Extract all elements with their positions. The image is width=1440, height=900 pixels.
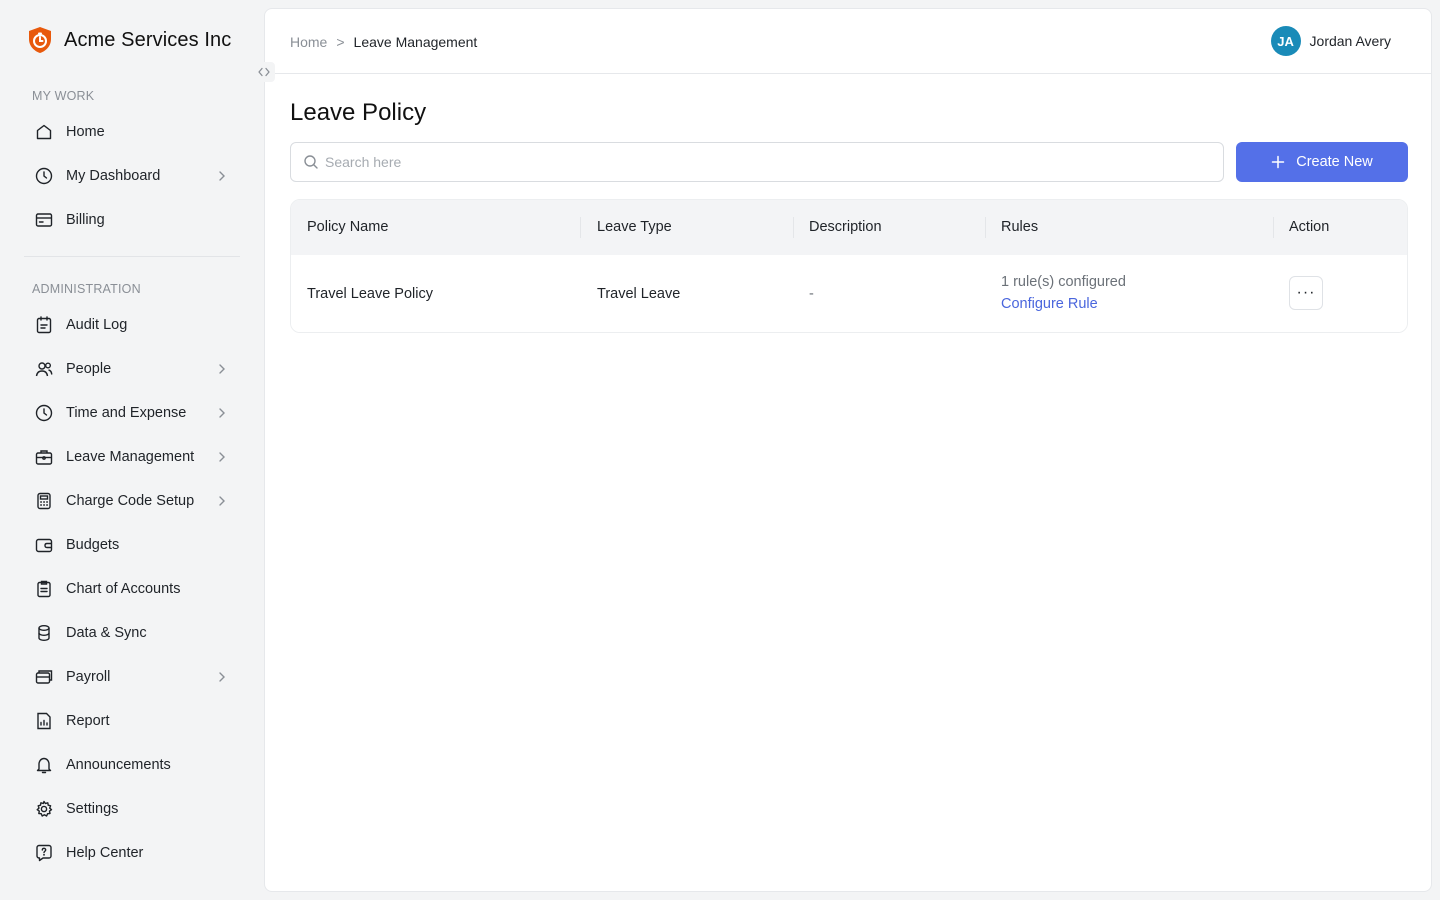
create-new-label: Create New [1296,154,1373,170]
chevron-right-icon [219,452,225,462]
chevron-right-icon [219,672,225,682]
bell-icon [34,755,54,775]
page-title: Leave Policy [290,99,427,126]
sidebar-item-announcements[interactable]: Announcements [24,747,240,783]
sidebar-item-chart-of-accounts[interactable]: Chart of Accounts [24,571,240,607]
column-header-leave-type[interactable]: Leave Type [597,219,672,235]
wallet-icon [34,535,54,555]
sidebar: Acme Services Inc MY WORK Home My Dashbo… [0,0,264,900]
create-new-button[interactable]: Create New [1236,142,1408,182]
chevron-right-icon [219,496,225,506]
people-icon [34,359,54,379]
clock-icon [34,403,54,423]
code-chevrons-icon [258,67,270,77]
sidebar-item-label: Help Center [66,845,144,861]
sidebar-item-label: Audit Log [66,317,128,333]
sidebar-item-label: My Dashboard [66,168,161,184]
sidebar-item-budgets[interactable]: Budgets [24,527,240,563]
sidebar-item-home[interactable]: Home [24,114,240,150]
sidebar-item-report[interactable]: Report [24,703,240,739]
column-separator [1273,217,1274,238]
cell-policy-name: Travel Leave Policy [307,286,433,302]
chevron-right-icon [219,364,225,374]
home-icon [34,122,54,142]
sidebar-item-label: Charge Code Setup [66,493,195,509]
sidebar-item-charge-code-setup[interactable]: Charge Code Setup [24,483,240,519]
payroll-icon [34,667,54,687]
search-icon [304,155,318,169]
sidebar-item-label: Budgets [66,537,120,553]
sidebar-item-label: Report [66,713,110,729]
briefcase-icon [34,447,54,467]
sidebar-item-label: Data & Sync [66,625,147,641]
calculator-icon [34,491,54,511]
sidebar-item-label: Announcements [66,757,171,773]
sidebar-item-people[interactable]: People [24,351,240,387]
plus-icon [1271,155,1285,169]
sidebar-item-billing[interactable]: Billing [24,202,240,238]
column-separator [580,217,581,238]
clock-icon [34,166,54,186]
brand[interactable]: Acme Services Inc [27,26,231,54]
cell-rules: 1 rule(s) configured Configure Rule [1001,274,1126,312]
help-icon [34,843,54,863]
column-header-rules[interactable]: Rules [1001,219,1038,235]
database-icon [34,623,54,643]
section-label-administration: ADMINISTRATION [32,282,141,296]
row-actions-button[interactable]: ··· [1289,276,1323,310]
sidebar-item-label: Settings [66,801,119,817]
column-separator [985,217,986,238]
column-header-description[interactable]: Description [809,219,882,235]
sidebar-item-label: People [66,361,112,377]
sidebar-item-help-center[interactable]: Help Center [24,835,240,871]
sidebar-item-leave-management[interactable]: Leave Management [24,439,240,475]
configure-rule-link[interactable]: Configure Rule [1001,296,1126,312]
sidebar-item-label: Payroll [66,669,111,685]
audit-log-icon [34,315,54,335]
breadcrumb-home-link[interactable]: Home [290,34,327,50]
column-separator [793,217,794,238]
user-menu[interactable]: JA Jordan Avery [1270,26,1391,56]
rules-count: 1 rule(s) configured [1001,274,1126,290]
sidebar-divider [24,256,240,257]
search-input[interactable] [325,154,1205,170]
table-header: Policy Name Leave Type Description Rules… [291,200,1407,255]
sidebar-collapse-button[interactable] [253,62,275,82]
chevron-right-icon [219,171,225,181]
clipboard-icon [34,579,54,599]
column-header-action: Action [1289,219,1330,235]
search-box[interactable] [290,142,1224,182]
main-panel: Home > Leave Management JA Jordan Avery … [264,8,1432,892]
breadcrumb-separator: > [336,34,345,50]
sidebar-item-label: Leave Management [66,449,195,465]
cell-leave-type: Travel Leave [597,286,681,302]
sidebar-item-payroll[interactable]: Payroll [24,659,240,695]
top-bar: Home > Leave Management JA Jordan Avery [265,9,1431,74]
sidebar-item-my-dashboard[interactable]: My Dashboard [24,158,240,194]
sidebar-item-data-sync[interactable]: Data & Sync [24,615,240,651]
breadcrumb-current: Leave Management [353,34,478,50]
cell-description: - [809,286,814,302]
shield-logo-icon [29,27,51,53]
billing-icon [34,210,54,230]
sidebar-item-label: Chart of Accounts [66,581,181,597]
sidebar-item-audit-log[interactable]: Audit Log [24,307,240,343]
avatar: JA [1270,26,1301,56]
sidebar-item-time-and-expense[interactable]: Time and Expense [24,395,240,431]
sidebar-item-label: Time and Expense [66,405,187,421]
gear-icon [34,799,54,819]
chevron-right-icon [219,408,225,418]
table-row: Travel Leave Policy Travel Leave - 1 rul… [291,255,1407,332]
column-header-policy-name[interactable]: Policy Name [307,219,388,235]
sidebar-item-label: Home [66,124,105,140]
brand-name: Acme Services Inc [64,28,232,51]
leave-policy-table: Policy Name Leave Type Description Rules… [290,199,1408,333]
user-name: Jordan Avery [1309,33,1391,49]
section-label-my-work: MY WORK [32,89,95,103]
sidebar-item-settings[interactable]: Settings [24,791,240,827]
breadcrumb: Home > Leave Management [290,34,477,50]
sidebar-item-label: Billing [66,212,105,228]
report-icon [34,711,54,731]
